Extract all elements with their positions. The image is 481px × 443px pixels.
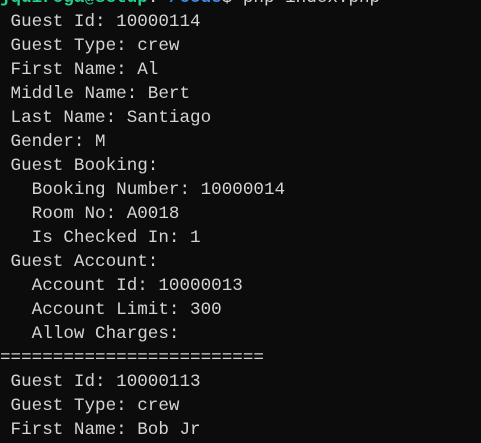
output-line-guest-account: Guest Account: xyxy=(0,252,159,272)
prompt-line: jquiroga@setup:~/code$ php index.php xyxy=(0,0,380,10)
terminal-output: jquiroga@setup:~/code$ php index.php Gue… xyxy=(0,0,380,442)
output-line-allow-charges: Allow Charges: xyxy=(0,324,180,344)
output-line-guest-booking: Guest Booking: xyxy=(0,156,159,176)
output-line-first-name-2: First Name: Bob Jr xyxy=(0,420,201,440)
output-line-account-limit: Account Limit: 300 xyxy=(0,300,222,320)
output-line-guest-type-2: Guest Type: crew xyxy=(0,396,180,416)
prompt-symbol: $ xyxy=(222,0,243,8)
output-line-gender: Gender: M xyxy=(0,132,106,152)
output-line-account-id: Account Id: 10000013 xyxy=(0,276,243,296)
prompt-command: php index.php xyxy=(243,0,380,8)
output-line-last-name: Last Name: Santiago xyxy=(0,108,212,128)
output-line-guest-id: Guest Id: 10000114 xyxy=(0,12,201,32)
output-line-separator: ========================= xyxy=(0,348,264,368)
prompt-path: ~/code xyxy=(158,0,221,8)
output-line-guest-id-2: Guest Id: 10000113 xyxy=(0,372,201,392)
output-line-guest-type: Guest Type: crew xyxy=(0,36,180,56)
output-line-booking-number: Booking Number: 10000014 xyxy=(0,180,286,200)
prompt-user-host: jquiroga@setup xyxy=(0,0,148,8)
output-line-is-checked-in: Is Checked In: 1 xyxy=(0,228,201,248)
output-line-room-no: Room No: A0018 xyxy=(0,204,180,224)
output-line-first-name: First Name: Al xyxy=(0,60,159,80)
terminal-window[interactable]: jquiroga@setup:~/code$ php index.php Gue… xyxy=(0,0,481,443)
output-line-middle-name: Middle Name: Bert xyxy=(0,84,191,104)
prompt-separator: : xyxy=(148,0,159,8)
